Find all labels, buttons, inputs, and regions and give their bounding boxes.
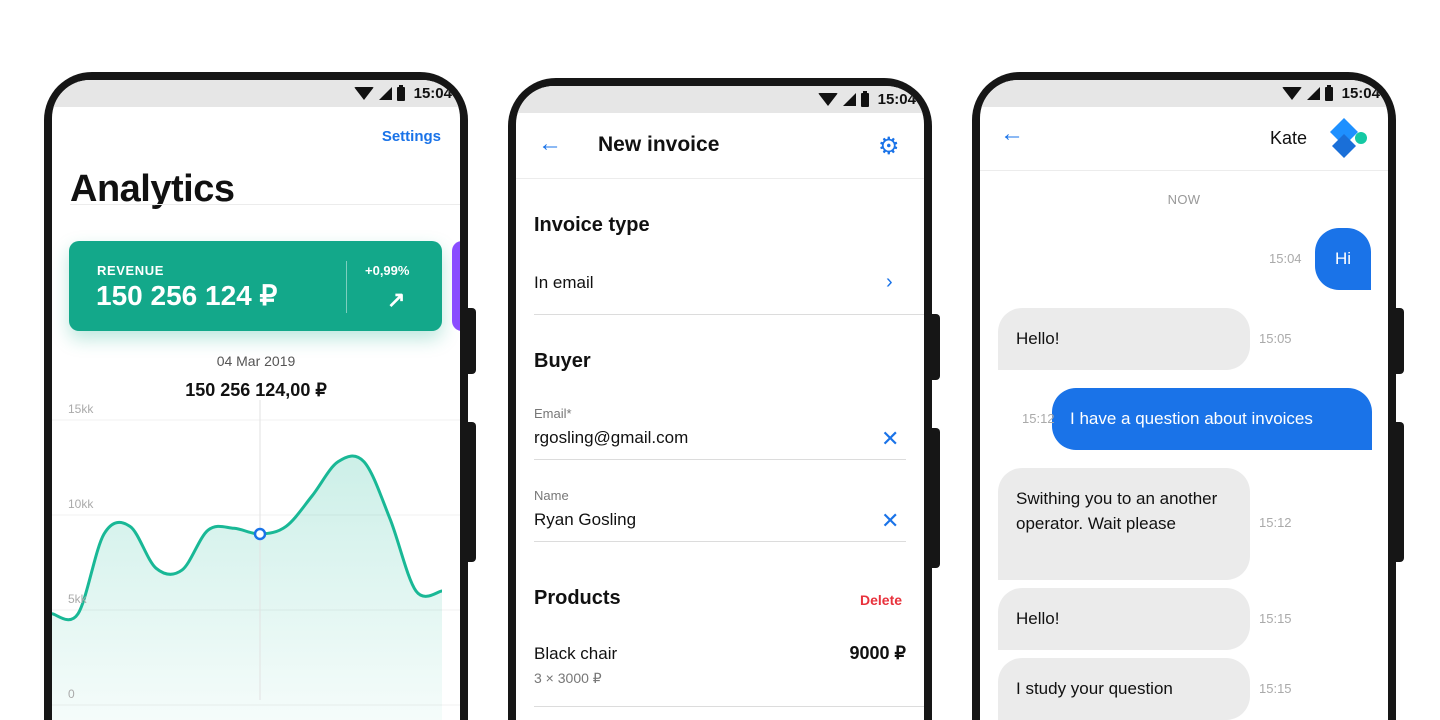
message-time: 15:04 — [1269, 251, 1302, 266]
y-tick-label: 15kk — [68, 402, 94, 416]
chart-area — [52, 456, 442, 720]
y-tick-label: 10kk — [68, 497, 94, 511]
invoice-type-heading: Invoice type — [534, 214, 650, 236]
gear-icon[interactable]: ⚙ — [878, 132, 900, 161]
message-time: 15:15 — [1259, 611, 1292, 626]
divider — [534, 314, 924, 315]
y-tick-label: 5kk — [68, 592, 88, 606]
status-time: 15:04 — [877, 91, 916, 108]
settings-link[interactable]: Settings — [382, 128, 441, 145]
delete-button[interactable]: Delete — [860, 592, 902, 608]
message-time: 15:05 — [1259, 331, 1292, 346]
product-price: 9000 ₽ — [849, 643, 907, 663]
outgoing-message[interactable]: Hi — [1315, 228, 1371, 290]
close-icon[interactable]: ✕ — [881, 426, 899, 452]
divider — [534, 541, 906, 542]
battery-icon — [1324, 84, 1333, 101]
incoming-message[interactable]: Hello! — [998, 588, 1250, 650]
status-bar: 15:04 — [980, 80, 1388, 107]
incoming-message[interactable]: I study your question — [998, 658, 1250, 720]
invoice-type-value: In email — [534, 273, 594, 292]
product-name: Black chair — [534, 644, 618, 663]
arrow-left-icon[interactable]: ← — [538, 130, 562, 158]
message-time: 15:15 — [1259, 681, 1292, 696]
invoice-screen: 15:04 ← New invoice ⚙ Invoice type In em… — [516, 86, 924, 720]
signal-icon — [1306, 87, 1320, 100]
incoming-message[interactable]: Hello! — [998, 308, 1250, 370]
phone-side-button — [1396, 422, 1404, 562]
revenue-card[interactable]: REVENUE 150 256 124 ₽ +0,99% ↗ — [69, 241, 442, 331]
day-separator: NOW — [1167, 192, 1201, 207]
analytics-screen: 15:04 Settings Analytics REVENUE 150 256… — [52, 80, 460, 720]
revenue-chart[interactable]: 15kk10kk5kk001 Mar03 Mar05 Mar07 Mar — [52, 400, 460, 720]
revenue-value: 150 256 124 ₽ — [96, 280, 278, 311]
status-bar: 15:04 — [52, 80, 460, 107]
wifi-icon — [353, 87, 374, 100]
email-field[interactable] — [534, 428, 864, 448]
invoice-phone: 15:04 ← New invoice ⚙ Invoice type In em… — [508, 78, 940, 720]
selected-value: 150 256 124,00 ₽ — [185, 380, 327, 400]
email-label: Email* — [534, 406, 572, 421]
phone-side-button — [468, 308, 476, 374]
phone-side-button — [932, 428, 940, 568]
divider — [70, 204, 460, 205]
selected-date: 04 Mar 2019 — [216, 353, 296, 369]
divider — [534, 459, 906, 460]
phone-side-button — [1396, 308, 1404, 374]
revenue-label: REVENUE — [97, 263, 165, 278]
divider — [516, 178, 924, 179]
card-divider — [346, 261, 347, 313]
revenue-change: +0,99% — [365, 263, 410, 278]
brand-logo-icon — [1330, 118, 1367, 158]
contact-name: Kate — [1270, 128, 1308, 148]
message-time: 15:12 — [1022, 411, 1055, 426]
name-field[interactable] — [534, 510, 864, 530]
divider — [980, 170, 1388, 171]
next-metric-card[interactable] — [452, 241, 460, 331]
battery-icon — [396, 84, 405, 101]
close-icon[interactable]: ✕ — [881, 508, 899, 534]
battery-icon — [860, 90, 869, 107]
products-heading: Products — [534, 587, 621, 609]
outgoing-message[interactable]: I have a question about invoices — [1052, 388, 1372, 450]
signal-icon — [378, 87, 392, 100]
status-time: 15:04 — [1341, 85, 1380, 102]
chevron-right-icon[interactable]: › — [886, 271, 893, 294]
status-bar: 15:04 — [516, 86, 924, 113]
phone-side-button — [932, 314, 940, 380]
chat-phone: 15:04 ← Kate NOW Hi 15:04 Hello! 15:05 I… — [972, 72, 1404, 720]
wifi-icon — [817, 93, 838, 106]
divider — [534, 706, 924, 707]
y-tick-label: 0 — [68, 687, 75, 701]
wifi-icon — [1281, 87, 1302, 100]
analytics-phone: 15:04 Settings Analytics REVENUE 150 256… — [44, 72, 476, 720]
status-time: 15:04 — [413, 85, 452, 102]
page-title: New invoice — [598, 133, 720, 156]
chat-screen: 15:04 ← Kate NOW Hi 15:04 Hello! 15:05 I… — [980, 80, 1388, 720]
phone-side-button — [468, 422, 476, 562]
product-detail: 3 × 3000 ₽ — [534, 670, 602, 686]
arrow-left-icon[interactable]: ← — [1000, 120, 1024, 148]
message-time: 15:12 — [1259, 515, 1292, 530]
arrow-up-right-icon: ↗ — [387, 287, 406, 312]
signal-icon — [842, 93, 856, 106]
name-label: Name — [534, 488, 569, 503]
chart-highlight-point[interactable] — [253, 527, 267, 541]
incoming-message[interactable]: Swithing you to an another operator. Wai… — [998, 468, 1250, 580]
buyer-heading: Buyer — [534, 350, 591, 372]
